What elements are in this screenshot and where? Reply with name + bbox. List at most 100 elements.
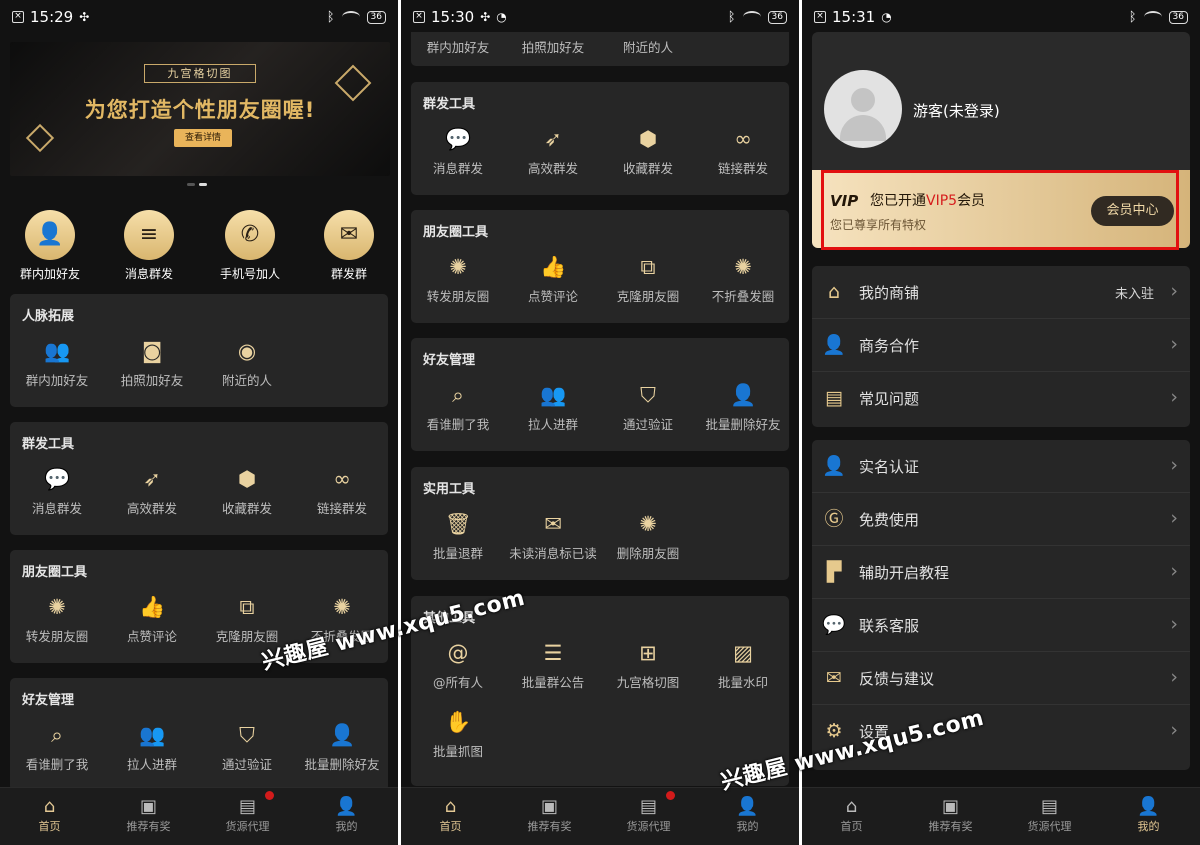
- menu-label: 联系客服: [859, 617, 920, 635]
- user-name[interactable]: 游客(未登录): [913, 100, 1000, 121]
- nav-home[interactable]: ⌂ 首页: [802, 796, 901, 834]
- fan-icon: ✣: [79, 10, 90, 24]
- quick-group-add[interactable]: 👤 群内加好友: [7, 210, 93, 282]
- clone-icon: ⧉: [239, 595, 255, 619]
- nav-me[interactable]: 👤 我的: [1099, 796, 1198, 834]
- tool-item[interactable]: ∞ 链接群发: [295, 466, 389, 517]
- image-icon: ▨: [733, 641, 753, 665]
- tool-item[interactable]: 拍照加好友: [506, 37, 600, 56]
- quick-phone-add[interactable]: ✆ 手机号加人: [207, 210, 293, 282]
- tool-item[interactable]: ✋ 批量抓图: [411, 709, 505, 760]
- tool-item[interactable]: ▨ 批量水印: [696, 640, 790, 691]
- notification-icon: ×: [413, 11, 425, 23]
- tool-label: 链接群发: [717, 161, 768, 176]
- nav-rewards[interactable]: ▣ 推荐有奖: [500, 796, 599, 834]
- menu-item-support[interactable]: 💬 联系客服 ›: [812, 599, 1190, 652]
- nav-home[interactable]: ⌂ 首页: [0, 796, 99, 834]
- shield-check-icon: ⛉: [239, 723, 255, 747]
- nav-supply[interactable]: ▤ 货源代理: [198, 796, 297, 834]
- tool-item[interactable]: 👍 点赞评论: [506, 254, 600, 305]
- tool-item[interactable]: ⛉ 通过验证: [601, 382, 695, 433]
- mail-icon: ✉: [826, 667, 842, 689]
- nav-rewards[interactable]: ▣ 推荐有奖: [99, 796, 198, 834]
- menu-item-feedback[interactable]: ✉ 反馈与建议 ›: [812, 652, 1190, 705]
- tool-item[interactable]: ✺ 不折叠发圈: [696, 254, 790, 305]
- tool-item[interactable]: 群内加好友: [411, 37, 505, 56]
- menu-item-free[interactable]: Ⓖ 免费使用 ›: [812, 493, 1190, 546]
- tool-label: 消息群发: [432, 161, 483, 176]
- menu-item-shop[interactable]: ⌂ 我的商铺 未入驻 ›: [812, 266, 1190, 319]
- sync-icon: ◔: [881, 10, 892, 24]
- tool-label: 删除朋友圈: [616, 546, 680, 561]
- chevron-right-icon: ›: [1170, 333, 1178, 355]
- banner-details-button[interactable]: 查看详情: [174, 129, 232, 147]
- nav-me[interactable]: 👤 我的: [698, 796, 797, 834]
- tutorial-icon: ▛: [826, 561, 842, 583]
- remove-user-icon: 👤: [329, 723, 356, 747]
- tool-item[interactable]: 👥 拉人进群: [506, 382, 600, 433]
- tool-item[interactable]: ✉ 未读消息标已读: [501, 511, 605, 562]
- tool-item[interactable]: ⬢ 收藏群发: [200, 466, 294, 517]
- tool-item[interactable]: ✺ 转发朋友圈: [10, 594, 104, 645]
- tool-item[interactable]: 🗑 批量退群: [411, 511, 505, 562]
- nav-me[interactable]: 👤 我的: [297, 796, 396, 834]
- tool-item[interactable]: ◙ 拍照加好友: [105, 338, 199, 389]
- tool-item[interactable]: 👥 拉人进群: [105, 722, 199, 773]
- tool-item[interactable]: 👤 批量删除好友: [295, 722, 389, 773]
- vip-center-button[interactable]: 会员中心: [1091, 196, 1174, 226]
- tool-item[interactable]: 👤 批量删除好友: [696, 382, 790, 433]
- hand-icon: ✋: [445, 710, 472, 734]
- bottom-nav: ⌂ 首页 ▣ 推荐有奖 ▤ 货源代理 👤 我的: [802, 787, 1200, 845]
- chevron-right-icon: ›: [1170, 386, 1178, 408]
- avatar[interactable]: [824, 70, 902, 148]
- tool-item[interactable]: 👥 群内加好友: [10, 338, 104, 389]
- tool-item[interactable]: ◉ 附近的人: [200, 338, 294, 389]
- tool-item[interactable]: ➶ 高效群发: [105, 466, 199, 517]
- tool-item[interactable]: ⊞ 九宫格切图: [601, 640, 695, 691]
- chat-bubble-icon: ≡: [124, 210, 174, 260]
- tool-item[interactable]: ☰ 批量群公告: [506, 640, 600, 691]
- tool-label: 拍照加好友: [521, 40, 585, 55]
- tool-item[interactable]: 💬 消息群发: [411, 126, 505, 177]
- quick-mass-message[interactable]: ≡ 消息群发: [106, 210, 192, 282]
- status-bar: × 15:29 ✣ ᛒ 36: [0, 0, 398, 34]
- menu-item-faq[interactable]: ▤ 常见问题 ›: [812, 372, 1190, 425]
- nav-rewards[interactable]: ▣ 推荐有奖: [901, 796, 1000, 834]
- section-moments: 朋友圈工具 ✺ 转发朋友圈 👍 点赞评论 ⧉ 克隆朋友圈 ✺ 不折叠发圈: [411, 210, 789, 323]
- menu-item-verify[interactable]: 👤 实名认证 ›: [812, 440, 1190, 493]
- tool-item[interactable]: ➶ 高效群发: [506, 126, 600, 177]
- nav-label: 货源代理: [626, 820, 671, 833]
- nav-supply[interactable]: ▤ 货源代理: [599, 796, 698, 834]
- g-circle-icon: Ⓖ: [824, 508, 844, 530]
- tool-item[interactable]: ⧉ 克隆朋友圈: [200, 594, 294, 645]
- tool-label: 批量删除好友: [705, 417, 781, 432]
- user-icon: 👤: [1137, 796, 1160, 817]
- tool-item[interactable]: @ @所有人: [411, 640, 505, 691]
- quick-label: 手机号加人: [219, 267, 280, 281]
- status-time: 15:29: [30, 8, 74, 26]
- aperture-icon: ✺: [734, 255, 752, 279]
- fan-icon: ✣: [480, 10, 491, 24]
- tool-item[interactable]: 💬 消息群发: [10, 466, 104, 517]
- tool-item[interactable]: 👍 点赞评论: [105, 594, 199, 645]
- menu-item-tutorial[interactable]: ▛ 辅助开启教程 ›: [812, 546, 1190, 599]
- nav-label: 货源代理: [1027, 820, 1072, 833]
- tool-item[interactable]: ∞ 链接群发: [696, 126, 790, 177]
- nav-label: 推荐有奖: [126, 820, 171, 833]
- nav-home[interactable]: ⌂ 首页: [401, 796, 500, 834]
- tool-item[interactable]: ⛉ 通过验证: [200, 722, 294, 773]
- nav-label: 推荐有奖: [928, 820, 973, 833]
- tool-item[interactable]: ✺ 删除朋友圈: [601, 511, 695, 562]
- tool-item[interactable]: 附近的人: [601, 37, 695, 56]
- tool-item[interactable]: ⧉ 克隆朋友圈: [601, 254, 695, 305]
- tool-item[interactable]: ✺ 转发朋友圈: [411, 254, 505, 305]
- tool-item[interactable]: ⌕ 看谁删了我: [10, 722, 104, 773]
- nav-supply[interactable]: ▤ 货源代理: [1000, 796, 1099, 834]
- tool-item[interactable]: ⬢ 收藏群发: [601, 126, 695, 177]
- tool-item[interactable]: ⌕ 看谁删了我: [411, 382, 505, 433]
- add-people-icon: 👥: [139, 723, 166, 747]
- promo-banner[interactable]: 九宫格切图 为您打造个性朋友圈喔! 查看详情: [10, 42, 390, 176]
- at-sign-icon: @: [447, 641, 469, 665]
- quick-group-send[interactable]: ✉ 群发群: [306, 210, 392, 282]
- menu-item-business[interactable]: 👤 商务合作 ›: [812, 319, 1190, 372]
